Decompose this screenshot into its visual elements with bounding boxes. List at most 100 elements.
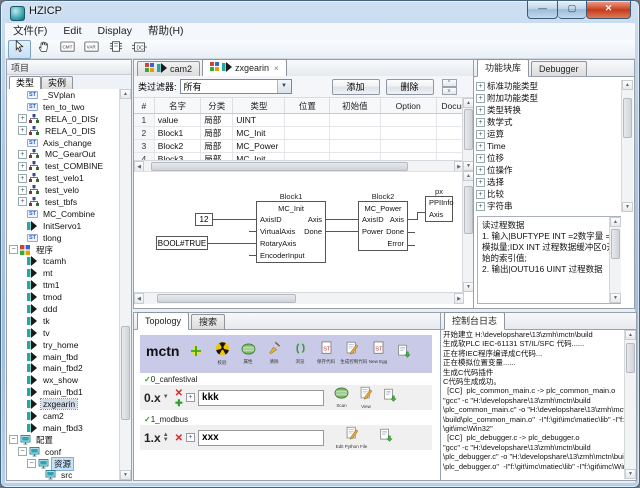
scroll-thumb[interactable] (611, 229, 620, 259)
canvas-hscrollbar[interactable]: ◀ ▶ (134, 292, 464, 304)
output-pin[interactable]: Error (387, 238, 404, 250)
expand-icon[interactable]: + (476, 190, 485, 199)
tree-item[interactable]: +test_velo1 (7, 172, 120, 184)
plugin-node-row[interactable]: 0.x▼✕✚+kkkScanView (140, 385, 432, 410)
console-log[interactable]: 开始建立 H:\developshare\13\zmh\mctn\build生成… (443, 330, 624, 479)
fbd-canvas[interactable]: 12BOOL#TRUEBlock1MC_InitAxisIDAxisVirtua… (134, 171, 464, 293)
editor-tab-zxgearin[interactable]: zxgearin× (202, 59, 287, 77)
scan-button[interactable]: Scan (334, 386, 349, 409)
class-filter-combobox[interactable]: 所有 ▼ (180, 79, 292, 94)
export-button[interactable] (379, 428, 393, 447)
menu-item-edit[interactable]: Edit (55, 23, 89, 40)
scroll-down-icon[interactable]: ▼ (625, 469, 636, 479)
delete-icon[interactable]: ✕ (175, 433, 183, 444)
scroll-down-icon[interactable]: ▼ (120, 470, 131, 480)
tree-item[interactable]: main_fbd2 (7, 362, 120, 374)
project-tab-实例[interactable]: 实例 (41, 76, 73, 90)
literal-value[interactable]: BOOL#TRUE (156, 236, 208, 250)
expand-icon[interactable]: + (476, 82, 485, 91)
block-tool-button[interactable] (104, 40, 127, 59)
fbd-block-Block1[interactable]: Block1MC_InitAxisIDAxisVirtualAxisDoneRo… (256, 201, 326, 263)
transfer-button[interactable]: 属性 (235, 342, 261, 365)
select-tool-button[interactable] (8, 40, 31, 59)
tree-item[interactable]: main_fbd (7, 351, 120, 363)
delete-variable-button[interactable]: 删除 (386, 79, 434, 95)
table-cell[interactable] (380, 140, 436, 153)
table-cell[interactable]: value (154, 114, 201, 127)
table-cell[interactable] (330, 140, 380, 153)
expand-icon[interactable]: + (18, 174, 27, 183)
input-pin[interactable]: RotaryAxis (260, 238, 296, 250)
iec-channel[interactable]: 0.x (144, 391, 161, 405)
variable-tool-button[interactable]: VAR (80, 40, 103, 59)
table-cell[interactable]: Block2 (154, 140, 201, 153)
table-cell[interactable]: UINT (233, 114, 285, 127)
table-row[interactable]: 1value局部UINT (134, 114, 474, 127)
input-pin[interactable]: EncoderInput (260, 250, 305, 262)
tree-item[interactable]: InitServo1 (7, 220, 120, 232)
show-code-button[interactable]: ST保存代码 (313, 341, 339, 365)
expand-icon[interactable]: + (18, 150, 27, 159)
library-tab-Debugger[interactable]: Debugger (531, 61, 587, 76)
library-item[interactable]: +选择 (476, 176, 622, 188)
table-cell[interactable]: 1 (134, 114, 154, 127)
table-cell[interactable]: 3 (134, 140, 154, 153)
topology-tab-搜索[interactable]: 搜索 (191, 314, 225, 329)
expand-icon[interactable]: + (18, 186, 27, 195)
project-tree-scrollbar[interactable]: ▲ ▼ (119, 89, 131, 480)
generate-code-button[interactable]: 生成控制代码 (339, 341, 365, 365)
editor-tab-cam2[interactable]: cam2 (137, 61, 200, 76)
library-item[interactable]: +类型转换 (476, 104, 622, 116)
scroll-up-icon[interactable]: ▲ (120, 89, 131, 99)
build-button[interactable]: 校验 (209, 341, 235, 366)
scroll-thumb[interactable] (623, 98, 632, 138)
tree-item[interactable]: +RELA_0_DISr (7, 113, 120, 125)
library-item[interactable]: +附加功能类型 (476, 92, 622, 104)
table-cell[interactable]: MC_Init (233, 127, 285, 140)
connection-tool-button[interactable]: DC (128, 40, 151, 59)
tree-item[interactable]: src (7, 470, 120, 481)
variable-table[interactable]: #名字分类类型位置初始值OptionDocum1value局部UINT2Bloc… (134, 98, 474, 166)
menu-item-h[interactable]: 帮助(H) (140, 23, 192, 40)
scroll-right-icon[interactable]: ▶ (454, 293, 464, 304)
output-pin[interactable]: Done (386, 226, 404, 238)
close-button[interactable]: ✕ (586, 1, 631, 19)
scroll-thumb[interactable] (464, 109, 473, 149)
export-button[interactable] (383, 388, 397, 407)
expand-icon[interactable]: + (476, 178, 485, 187)
tree-item[interactable]: STMC_Combine (7, 208, 120, 220)
tree-item[interactable]: +test_COMBINE (7, 160, 120, 172)
console-log-tab[interactable]: 控制台日志 (444, 312, 505, 330)
tree-item[interactable]: −配置 (7, 434, 120, 446)
column-header[interactable]: 名字 (154, 98, 201, 114)
library-item[interactable]: +Time (476, 140, 622, 152)
output-pin[interactable]: Axis (308, 214, 322, 226)
scroll-thumb[interactable] (464, 186, 473, 234)
output-pin[interactable]: Done (304, 226, 322, 238)
table-cell[interactable] (330, 127, 380, 140)
plugin-name-input[interactable]: kkk (198, 390, 324, 406)
pan-tool-button[interactable] (32, 40, 55, 59)
library-item[interactable]: +字符串 (476, 200, 622, 212)
project-tab-类型[interactable]: 类型 (9, 76, 41, 90)
expand-icon[interactable]: + (476, 166, 485, 175)
expand-icon[interactable]: + (18, 114, 27, 123)
scroll-thumb[interactable] (157, 294, 296, 303)
tree-item[interactable]: −资源 (7, 458, 120, 470)
add-icon[interactable]: ✚ (175, 398, 183, 408)
column-header[interactable]: Option (380, 98, 436, 114)
table-cell[interactable]: 局部 (201, 127, 233, 140)
expand-icon[interactable]: + (476, 106, 485, 115)
add-plugin-button[interactable] (183, 344, 209, 362)
input-pin[interactable]: AxisID (362, 214, 384, 226)
move-down-button[interactable]: v (442, 87, 457, 95)
library-tree[interactable]: +标准功能类型+附加功能类型+类型转换+数学式+运算+Time+位移+位操作+选… (476, 80, 622, 212)
table-row[interactable]: 2Block1局部MC_Init (134, 127, 474, 140)
tree-item[interactable]: tk (7, 315, 120, 327)
column-header[interactable]: 分类 (201, 98, 233, 114)
connect-button[interactable]: 浏览 (287, 342, 313, 365)
iec-channel[interactable]: 1.x (144, 431, 161, 445)
collapse-icon[interactable]: − (9, 245, 18, 254)
menu-item-display[interactable]: Display (90, 23, 140, 40)
view-button[interactable]: View (359, 386, 373, 410)
